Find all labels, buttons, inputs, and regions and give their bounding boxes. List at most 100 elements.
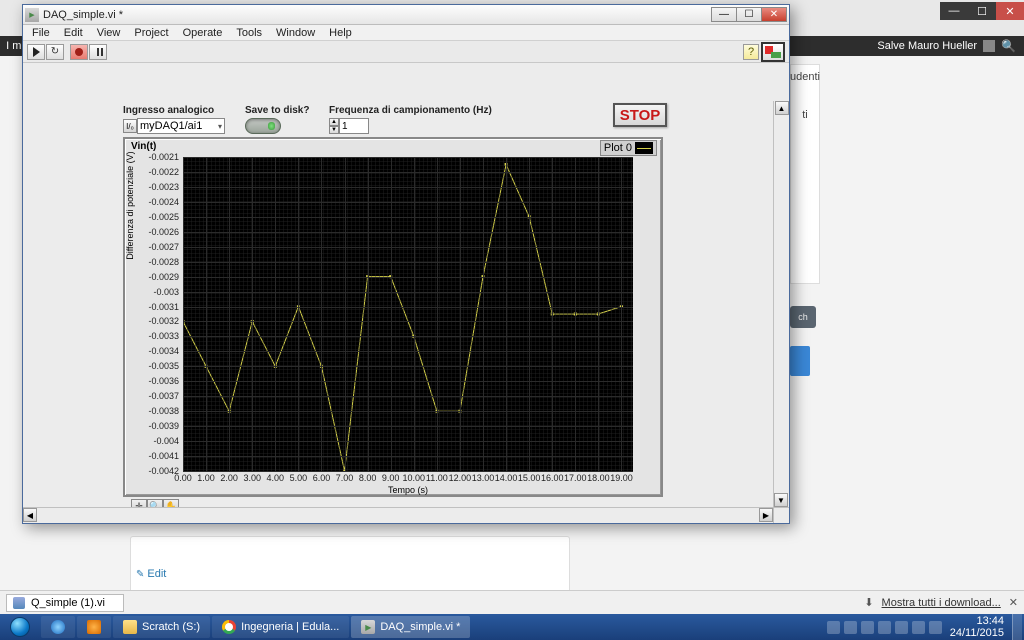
window-min-button[interactable]: — [711,7,737,22]
window-max-button[interactable]: ☐ [736,7,762,22]
y-tick-label: -0.0021 [148,152,179,162]
analog-input-select[interactable]: myDAQ1/ai1▾ [137,118,225,134]
front-panel: Ingresso analogico I/₀myDAQ1/ai1▾ Save t… [23,63,789,523]
menu-tools[interactable]: Tools [229,26,269,40]
save-to-disk-toggle[interactable] [245,118,281,134]
run-continuous-button[interactable] [46,44,64,60]
tray-icon[interactable] [878,621,891,634]
scroll-down-button[interactable]: ▼ [774,493,788,507]
run-button[interactable] [27,44,45,60]
show-all-downloads-link[interactable]: Mostra tutti i download... [882,597,1001,609]
spinner-down-icon[interactable]: ▼ [329,126,339,134]
taskbar-ie[interactable] [41,616,75,638]
abort-button[interactable] [70,44,88,60]
menu-operate[interactable]: Operate [176,26,230,40]
bg-side-text: udenti [790,71,820,83]
chevron-down-icon: ▾ [218,122,222,131]
taskbar-item-chrome[interactable]: Ingegneria | Edula... [212,616,349,638]
titlebar[interactable]: DAQ_simple.vi * — ☐ ✕ [23,5,789,25]
bg-max-button[interactable]: ☐ [968,2,996,20]
window-close-button[interactable]: ✕ [761,7,787,22]
ie-icon [51,620,65,634]
x-tick-label: 9.00 [382,473,400,483]
tray-network-icon[interactable] [912,621,925,634]
start-button[interactable] [0,614,40,640]
labview-app-icon [25,8,39,22]
edit-link[interactable]: Edit [136,568,166,580]
taskbar-item-labview[interactable]: DAQ_simple.vi * [351,616,470,638]
file-icon [13,597,25,609]
taskbar-item-scratch[interactable]: Scratch (S:) [113,616,210,638]
x-tick-label: 10.00 [403,473,426,483]
sample-rate-control: Frequenza di campionamento (Hz) ▲▼ [329,105,492,134]
x-tick-label: 16.00 [541,473,564,483]
menu-help[interactable]: Help [322,26,359,40]
bg-close-button[interactable]: ✕ [996,2,1024,20]
y-axis: Differenza di potenziale (V) -0.0021-0.0… [129,157,181,471]
bg-blue-accent [790,346,810,376]
tray-icon[interactable] [844,621,857,634]
scroll-right-button[interactable]: ▶ [759,508,773,522]
download-bar: Q_simple (1).vi ⬇ Mostra tutti i downloa… [0,590,1024,614]
x-tick-label: 18.00 [587,473,610,483]
y-tick-label: -0.0033 [148,331,179,341]
sample-rate-label: Frequenza di campionamento (Hz) [329,105,492,116]
menubar: File Edit View Project Operate Tools Win… [23,25,789,41]
toolbar: ? [23,41,789,63]
x-tick-label: 17.00 [564,473,587,483]
sample-rate-spinner[interactable]: ▲▼ [329,118,339,134]
labview-window: DAQ_simple.vi * — ☐ ✕ File Edit View Pro… [22,4,790,524]
y-tick-label: -0.0022 [148,167,179,177]
spinner-up-icon[interactable]: ▲ [329,118,339,126]
y-tick-label: -0.0035 [148,361,179,371]
analog-input-label: Ingresso analogico [123,105,225,116]
tray-icon[interactable] [827,621,840,634]
bg-search-button[interactable]: ch [790,306,816,328]
vertical-scrollbar[interactable]: ▲ ▼ [773,101,789,507]
x-tick-label: 15.00 [518,473,541,483]
scroll-left-button[interactable]: ◀ [23,508,37,522]
search-icon[interactable]: 🔍 [1001,39,1016,53]
download-item[interactable]: Q_simple (1).vi [6,594,124,612]
legend-swatch[interactable] [635,142,653,154]
menu-window[interactable]: Window [269,26,322,40]
background-window-controls: — ☐ ✕ [940,2,1024,20]
show-desktop-button[interactable] [1012,614,1022,640]
menu-view[interactable]: View [90,26,128,40]
x-tick-label: 1.00 [197,473,215,483]
menu-file[interactable]: File [25,26,57,40]
tray-icon[interactable] [895,621,908,634]
x-axis-label: Tempo (s) [388,485,428,495]
vi-icon-pane[interactable] [761,42,785,62]
chart-legend[interactable]: Plot 0 [600,140,657,156]
y-tick-label: -0.0038 [148,406,179,416]
io-channel-icon[interactable]: I/₀ [123,119,137,133]
tray-clock[interactable]: 13:44 24/11/2015 [946,615,1008,639]
y-tick-label: -0.0023 [148,182,179,192]
taskbar-firefox[interactable] [77,616,111,638]
folder-icon [123,620,137,634]
y-tick-label: -0.003 [153,287,179,297]
tray-icon[interactable] [861,621,874,634]
y-tick-label: -0.0025 [148,212,179,222]
downloadbar-close-button[interactable]: ✕ [1009,596,1018,609]
stop-button[interactable]: STOP [613,103,667,127]
y-axis-label: Differenza di potenziale (V) [125,151,135,259]
menu-project[interactable]: Project [127,26,175,40]
x-tick-label: 8.00 [359,473,377,483]
context-help-button[interactable]: ? [743,44,759,60]
tray-volume-icon[interactable] [929,621,942,634]
plot-area[interactable] [183,157,633,471]
bg-min-button[interactable]: — [940,2,968,20]
sample-rate-input[interactable] [339,118,369,134]
horizontal-scrollbar[interactable]: ◀ ▶ [23,507,773,523]
menu-edit[interactable]: Edit [57,26,90,40]
x-tick-label: 3.00 [243,473,261,483]
analog-input-control: Ingresso analogico I/₀myDAQ1/ai1▾ [123,105,225,134]
pause-button[interactable] [89,44,107,60]
scroll-up-button[interactable]: ▲ [775,101,789,115]
user-avatar-icon[interactable] [983,40,995,52]
x-tick-label: 2.00 [220,473,238,483]
waveform-chart: Vin(t) Plot 0 Differenza di potenziale (… [123,137,663,497]
taskbar-item-label: Ingegneria | Edula... [241,621,339,633]
